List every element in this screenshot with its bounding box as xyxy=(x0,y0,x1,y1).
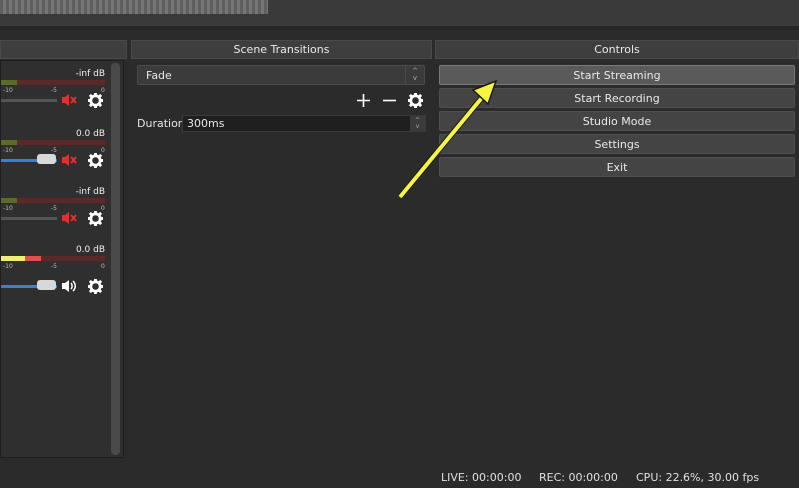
meter-ticks: -10 -5 0 xyxy=(3,263,105,270)
rec-status: REC: 00:00:00 xyxy=(539,471,618,484)
preview-area xyxy=(0,0,799,30)
audio-mixer-panel: -inf dB -10 -5 0 0.0 dB -10 -5 0 -inf dB… xyxy=(0,60,124,458)
gear-icon[interactable] xyxy=(87,278,103,294)
volume-slider[interactable] xyxy=(1,217,57,220)
settings-button[interactable]: Settings xyxy=(439,134,795,154)
gear-icon[interactable] xyxy=(87,210,103,226)
duration-label: Duration xyxy=(137,117,185,130)
mixer-scrollbar[interactable] xyxy=(111,63,120,455)
channel-db-readout: 0.0 dB xyxy=(75,129,105,139)
scene-transitions-header: Scene Transitions xyxy=(131,40,432,59)
channel-db-readout: 0.0 dB xyxy=(75,245,105,255)
speaker-muted-icon[interactable] xyxy=(61,210,77,226)
start-recording-button[interactable]: Start Recording xyxy=(439,88,795,108)
spinbox-arrows-icon[interactable]: ^ v xyxy=(410,116,425,131)
volume-slider-handle[interactable] xyxy=(37,154,56,164)
volume-meter xyxy=(1,198,105,203)
volume-slider-handle[interactable] xyxy=(37,280,56,290)
add-icon[interactable] xyxy=(355,92,371,108)
preview-image xyxy=(0,0,268,14)
studio-mode-button[interactable]: Studio Mode xyxy=(439,111,795,131)
controls-header: Controls xyxy=(435,40,799,59)
gear-icon[interactable] xyxy=(407,92,423,108)
mixer-channel-3: -inf dB -10 -5 0 xyxy=(1,187,109,243)
mixer-header xyxy=(0,40,127,59)
duration-field[interactable]: 300ms ^ v xyxy=(182,115,426,132)
preview-bottom-edge xyxy=(0,26,799,30)
gear-icon[interactable] xyxy=(87,92,103,108)
channel-db-readout: -inf dB xyxy=(75,187,105,197)
mixer-channel-4: 0.0 dB -10 -5 0 xyxy=(1,245,109,301)
gear-icon[interactable] xyxy=(87,152,103,168)
transition-select-value: Fade xyxy=(146,68,172,82)
exit-button[interactable]: Exit xyxy=(439,157,795,177)
mixer-channel-1: -inf dB -10 -5 0 xyxy=(1,69,109,125)
chevron-updown-icon: ^ v xyxy=(405,66,424,84)
duration-value: 300ms xyxy=(187,117,225,130)
volume-meter xyxy=(1,140,105,145)
speaker-icon[interactable] xyxy=(61,278,77,294)
remove-icon[interactable] xyxy=(381,92,397,108)
cpu-status: CPU: 22.6%, 30.00 fps xyxy=(636,471,760,484)
volume-meter xyxy=(1,80,105,85)
speaker-muted-icon[interactable] xyxy=(61,152,77,168)
speaker-muted-icon[interactable] xyxy=(61,92,77,108)
start-streaming-button[interactable]: Start Streaming xyxy=(439,65,795,85)
channel-db-readout: -inf dB xyxy=(75,69,105,79)
transition-select[interactable]: Fade ^ v xyxy=(137,65,425,85)
mixer-channel-2: 0.0 dB -10 -5 0 xyxy=(1,129,109,185)
volume-slider[interactable] xyxy=(1,99,57,102)
live-status: LIVE: 00:00:00 xyxy=(441,471,522,484)
volume-meter xyxy=(1,256,105,261)
